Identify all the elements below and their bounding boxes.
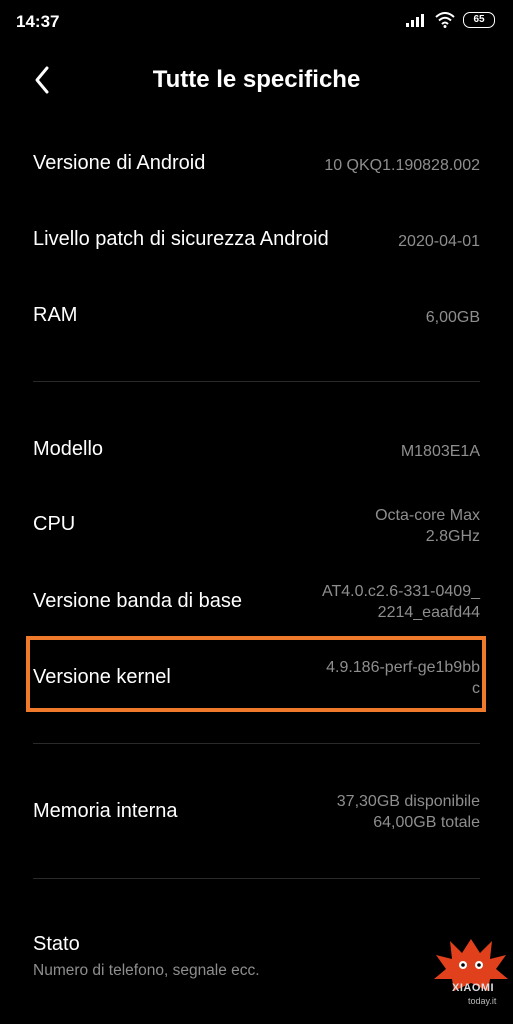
status-icons: 65	[405, 12, 495, 28]
spec-row-security-patch[interactable]: Livello patch di sicurezza Android 2020-…	[33, 226, 480, 256]
battery-level: 65	[473, 14, 485, 25]
spec-value-line: Octa-core Max	[375, 507, 480, 524]
spec-value: AT4.0.c2.6-331-0409_ 2214_eaafd44	[322, 581, 480, 623]
spec-label: Versione di Android	[33, 152, 206, 174]
spec-value-line: 64,00GB totale	[373, 814, 480, 831]
spec-value-line: 37,30GB disponibile	[336, 793, 480, 810]
watermark-logo	[434, 939, 508, 991]
stato-label: Stato	[33, 933, 80, 955]
spec-label: Livello patch di sicurezza Android	[33, 228, 329, 250]
spec-value-line: c	[472, 680, 480, 697]
stato-subtitle: Numero di telefono, segnale ecc.	[33, 962, 260, 979]
divider	[33, 743, 480, 744]
spec-label: Versione banda di base	[33, 590, 243, 612]
spec-value-line: AT4.0.c2.6-331-0409_	[321, 583, 480, 600]
spec-value-line: 4.9.186-perf-ge1b9bb	[326, 659, 480, 676]
watermark-brand: XIAOMI	[452, 982, 495, 994]
spec-value-line: 2214_eaafd44	[377, 604, 480, 621]
page-title: Tutte le specifiche	[152, 66, 361, 93]
spec-row-model[interactable]: Modello M1803E1A	[33, 436, 480, 466]
spec-label: Versione kernel	[33, 666, 171, 688]
spec-row-baseband[interactable]: Versione banda di base AT4.0.c2.6-331-04…	[33, 581, 480, 625]
spec-row-storage[interactable]: Memoria interna 37,30GB disponibile 64,0…	[33, 791, 480, 835]
spec-value: M1803E1A	[400, 443, 480, 460]
spec-value: 10 QKQ1.190828.002	[324, 157, 480, 174]
status-bar: 14:37 65	[0, 0, 513, 44]
divider	[33, 381, 480, 382]
spec-value: 4.9.186-perf-ge1b9bb c	[326, 657, 480, 699]
spec-label: Memoria interna	[33, 800, 178, 822]
divider	[33, 878, 480, 879]
spec-row-android-version[interactable]: Versione di Android 10 QKQ1.190828.002	[33, 150, 480, 180]
spec-label: RAM	[33, 304, 78, 326]
spec-value: 2020-04-01	[398, 233, 480, 250]
spec-label: Modello	[33, 438, 104, 460]
spec-row-kernel[interactable]: Versione kernel 4.9.186-perf-ge1b9bb c	[33, 657, 480, 701]
wifi-icon	[435, 12, 455, 28]
spec-value: 37,30GB disponibile 64,00GB totale	[337, 791, 480, 833]
signal-icon	[406, 14, 424, 27]
spec-value-line: 2.8GHz	[425, 528, 480, 545]
spec-row-ram[interactable]: RAM 6,00GB	[33, 303, 480, 333]
spec-label: CPU	[33, 513, 76, 535]
status-time: 14:37	[16, 12, 60, 31]
spec-value: 6,00GB	[425, 309, 480, 326]
spec-value: Octa-core Max 2.8GHz	[375, 505, 480, 547]
watermark-sub: today.it	[468, 996, 497, 1006]
spec-row-cpu[interactable]: CPU Octa-core Max 2.8GHz	[33, 505, 480, 549]
battery-icon: 65	[463, 12, 495, 28]
